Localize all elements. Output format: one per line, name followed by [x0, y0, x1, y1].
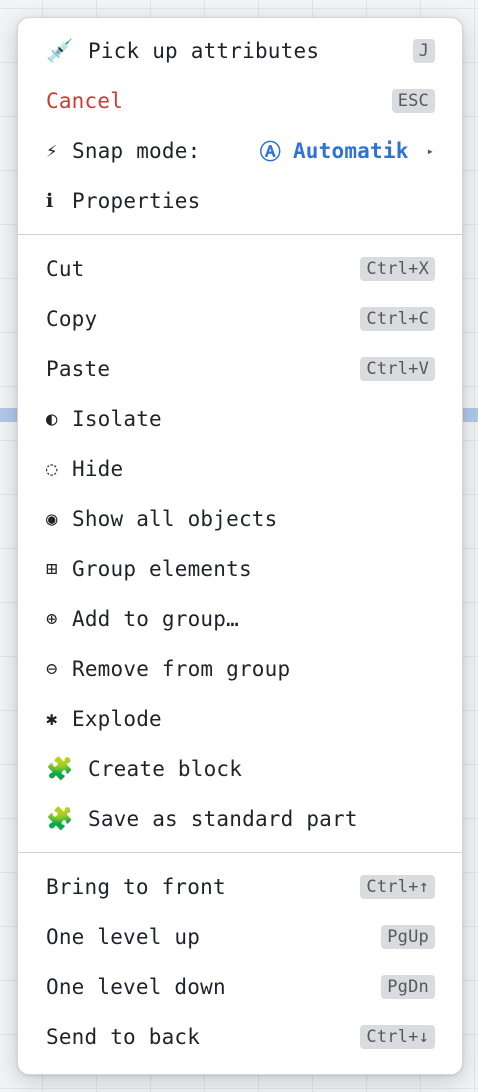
- menu-item-label-wrap: 🧩 Create block: [46, 757, 434, 782]
- lightning-icon: ⚡: [46, 140, 58, 162]
- menu-item-label: Create block: [88, 757, 243, 781]
- menu-item-explode[interactable]: ✱ Explode: [18, 694, 462, 744]
- menu-item-label: Cancel: [46, 89, 124, 113]
- squared-plus-icon: ⊞: [46, 558, 58, 580]
- context-menu: 💉 Pick up attributes J Cancel ESC ⚡ Snap…: [17, 17, 463, 1075]
- menu-divider: [18, 852, 462, 853]
- menu-item-label-wrap: 🧩 Save as standard part: [46, 807, 434, 832]
- menu-item-send-to-back[interactable]: Send to back Ctrl+↓: [18, 1012, 462, 1062]
- menu-item-label: Isolate: [72, 407, 162, 431]
- shortcut-badge: J: [412, 39, 435, 63]
- menu-item-label-wrap: ℹ Properties: [46, 189, 434, 213]
- shortcut-badge: ESC: [391, 89, 435, 113]
- menu-item-pick-up-attributes[interactable]: 💉 Pick up attributes J: [18, 26, 462, 76]
- menu-item-label: Pick up attributes: [88, 39, 320, 63]
- menu-item-add-to-group[interactable]: ⊕ Add to group…: [18, 594, 462, 644]
- circled-plus-icon: ⊕: [46, 608, 58, 630]
- menu-item-label: Add to group…: [72, 607, 239, 631]
- snap-mode-value[interactable]: Ⓐ Automatik ▸: [260, 136, 434, 166]
- menu-item-label-wrap: ◌ Hide: [46, 457, 434, 481]
- menu-section-edit: Cut Ctrl+X Copy Ctrl+C Paste Ctrl+V ◐ Is…: [18, 244, 462, 844]
- menu-item-label: Properties: [72, 189, 201, 213]
- syringe-icon: 💉: [46, 38, 74, 64]
- menu-item-save-as-standard-part[interactable]: 🧩 Save as standard part: [18, 794, 462, 844]
- menu-item-label: Paste: [46, 357, 111, 381]
- menu-item-label: One level down: [46, 975, 226, 999]
- shortcut-badge: Ctrl+↓: [360, 1025, 435, 1049]
- menu-item-label: Explode: [72, 707, 162, 731]
- menu-item-label-wrap: ✱ Explode: [46, 707, 434, 731]
- menu-item-label-wrap: ⊞ Group elements: [46, 557, 434, 581]
- menu-item-label-wrap: 💉 Pick up attributes: [46, 39, 413, 64]
- info-icon: ℹ: [46, 190, 54, 212]
- menu-item-label-wrap: ⊖ Remove from group: [46, 657, 434, 681]
- menu-item-properties[interactable]: ℹ Properties: [18, 176, 462, 226]
- menu-item-label: Send to back: [46, 1025, 201, 1049]
- menu-item-show-all-objects[interactable]: ◉ Show all objects: [18, 494, 462, 544]
- menu-item-label: Snap mode:: [72, 139, 201, 163]
- menu-item-label-wrap: ⚡ Snap mode:: [46, 139, 260, 163]
- shortcut-badge: PgDn: [381, 975, 435, 999]
- menu-item-label: Cut: [46, 257, 85, 281]
- menu-item-label: Group elements: [72, 557, 252, 581]
- shortcut-badge: Ctrl+V: [360, 357, 435, 381]
- menu-item-one-level-up[interactable]: One level up PgUp: [18, 912, 462, 962]
- dotted-circle-icon: ◌: [46, 458, 58, 480]
- menu-section-actions: 💉 Pick up attributes J Cancel ESC ⚡ Snap…: [18, 26, 462, 226]
- menu-item-paste[interactable]: Paste Ctrl+V: [18, 344, 462, 394]
- menu-item-label-wrap: ◉ Show all objects: [46, 507, 434, 531]
- menu-item-remove-from-group[interactable]: ⊖ Remove from group: [18, 644, 462, 694]
- shortcut-badge: PgUp: [381, 925, 435, 949]
- menu-item-label: Show all objects: [72, 507, 278, 531]
- menu-item-bring-to-front[interactable]: Bring to front Ctrl+↑: [18, 862, 462, 912]
- puzzle-piece-icon: 🧩: [46, 756, 74, 782]
- menu-item-label: Bring to front: [46, 875, 226, 899]
- menu-item-label: Remove from group: [72, 657, 291, 681]
- shortcut-badge: Ctrl+X: [360, 257, 435, 281]
- menu-item-create-block[interactable]: 🧩 Create block: [18, 744, 462, 794]
- asterisk-icon: ✱: [46, 708, 58, 730]
- menu-item-cut[interactable]: Cut Ctrl+X: [18, 244, 462, 294]
- menu-item-label: One level up: [46, 925, 201, 949]
- menu-item-label-wrap: ⊕ Add to group…: [46, 607, 434, 631]
- menu-item-label-wrap: ◐ Isolate: [46, 407, 434, 431]
- snap-mode-value-label: Automatik: [292, 139, 409, 163]
- menu-item-snap-mode[interactable]: ⚡ Snap mode: Ⓐ Automatik ▸: [18, 126, 462, 176]
- circled-minus-icon: ⊖: [46, 658, 58, 680]
- menu-section-arrange: Bring to front Ctrl+↑ One level up PgUp …: [18, 862, 462, 1062]
- submenu-arrow-icon: ▸: [426, 144, 434, 158]
- automatic-mode-icon: Ⓐ: [259, 140, 281, 164]
- menu-item-cancel[interactable]: Cancel ESC: [18, 76, 462, 126]
- menu-item-hide[interactable]: ◌ Hide: [18, 444, 462, 494]
- menu-item-isolate[interactable]: ◐ Isolate: [18, 394, 462, 444]
- shortcut-badge: Ctrl+↑: [360, 875, 435, 899]
- menu-divider: [18, 234, 462, 235]
- half-circle-icon: ◐: [46, 408, 58, 430]
- shortcut-badge: Ctrl+C: [360, 307, 435, 331]
- menu-item-group-elements[interactable]: ⊞ Group elements: [18, 544, 462, 594]
- puzzle-piece-icon: 🧩: [46, 806, 74, 832]
- filled-circle-icon: ◉: [46, 508, 58, 530]
- menu-item-one-level-down[interactable]: One level down PgDn: [18, 962, 462, 1012]
- menu-item-label: Copy: [46, 307, 98, 331]
- menu-item-label: Save as standard part: [88, 807, 358, 831]
- menu-item-copy[interactable]: Copy Ctrl+C: [18, 294, 462, 344]
- menu-item-label: Hide: [72, 457, 124, 481]
